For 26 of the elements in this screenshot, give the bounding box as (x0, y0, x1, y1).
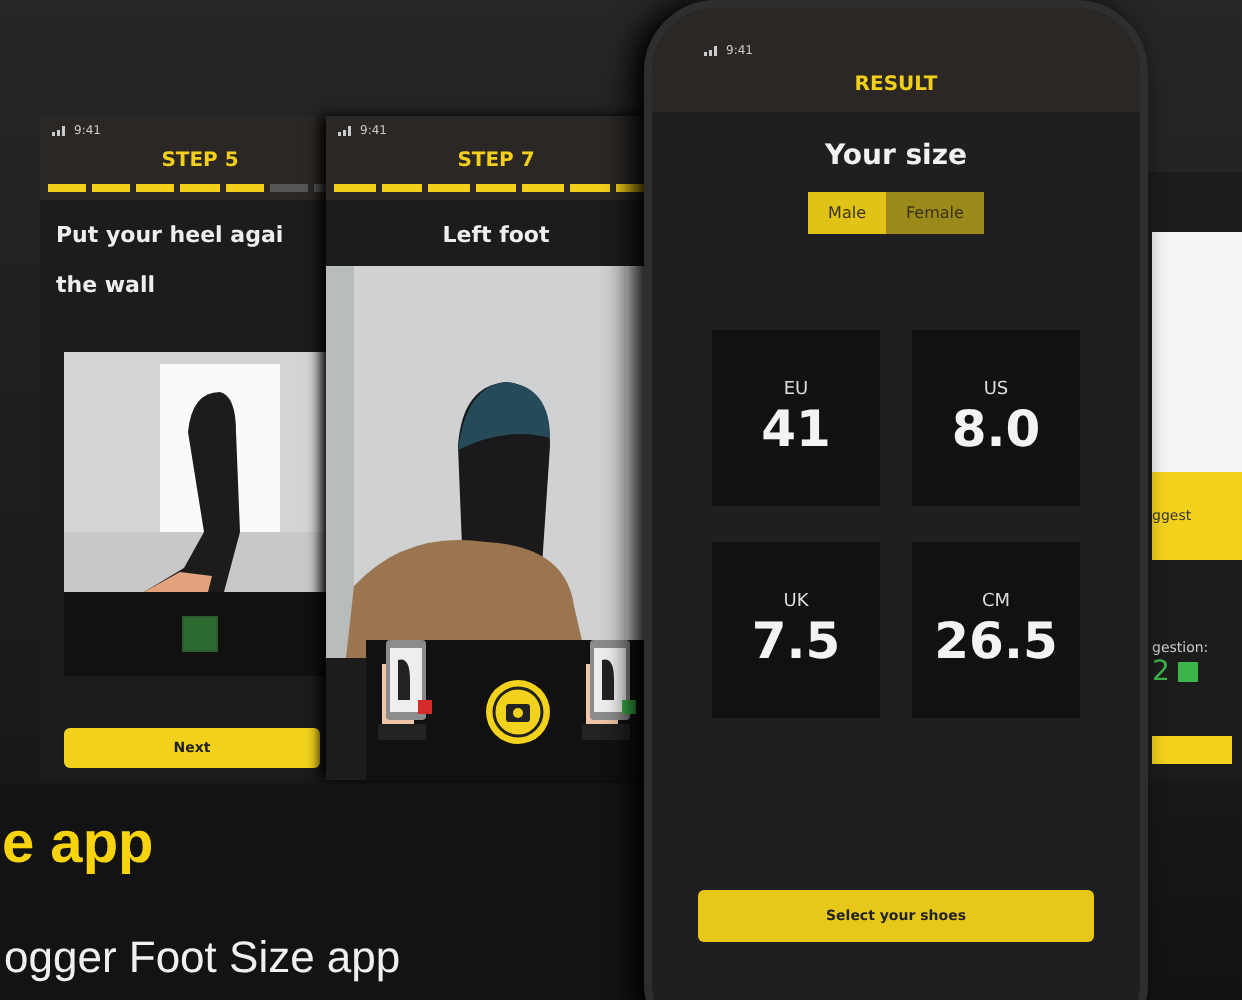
checkbox[interactable] (182, 616, 218, 652)
hand-phone-drawing (378, 640, 432, 740)
size-value: 7.5 (751, 611, 841, 669)
size-unit: US (983, 379, 1009, 399)
size-unit: CM (981, 591, 1011, 611)
headline: e app (2, 812, 154, 878)
action-button[interactable] (1152, 736, 1232, 764)
size-value: 26.5 (934, 611, 1058, 669)
instruction-text: Left foot (440, 220, 552, 250)
size-value: 8.0 (951, 399, 1041, 457)
signal-icon (704, 46, 718, 56)
gender-tab[interactable]: Female (886, 192, 984, 234)
screen-title: RESULT (652, 70, 1140, 112)
gender-tab[interactable]: Male (808, 192, 886, 234)
signal-icon (52, 126, 66, 136)
size-unit: UK (783, 591, 809, 611)
hand-phone-drawing (582, 640, 636, 740)
instruction-text: the wall (54, 270, 158, 300)
instruction-text: Put your heel agai (54, 220, 286, 250)
signal-icon (338, 126, 352, 136)
size-value: 41 (761, 399, 831, 457)
status-square (1177, 662, 1198, 682)
result-heading: Your size (825, 140, 967, 172)
size-unit: EU (783, 379, 809, 399)
suggestion-value: 2 (1152, 656, 1170, 688)
subtitle: ogger Foot Size app (4, 932, 401, 984)
